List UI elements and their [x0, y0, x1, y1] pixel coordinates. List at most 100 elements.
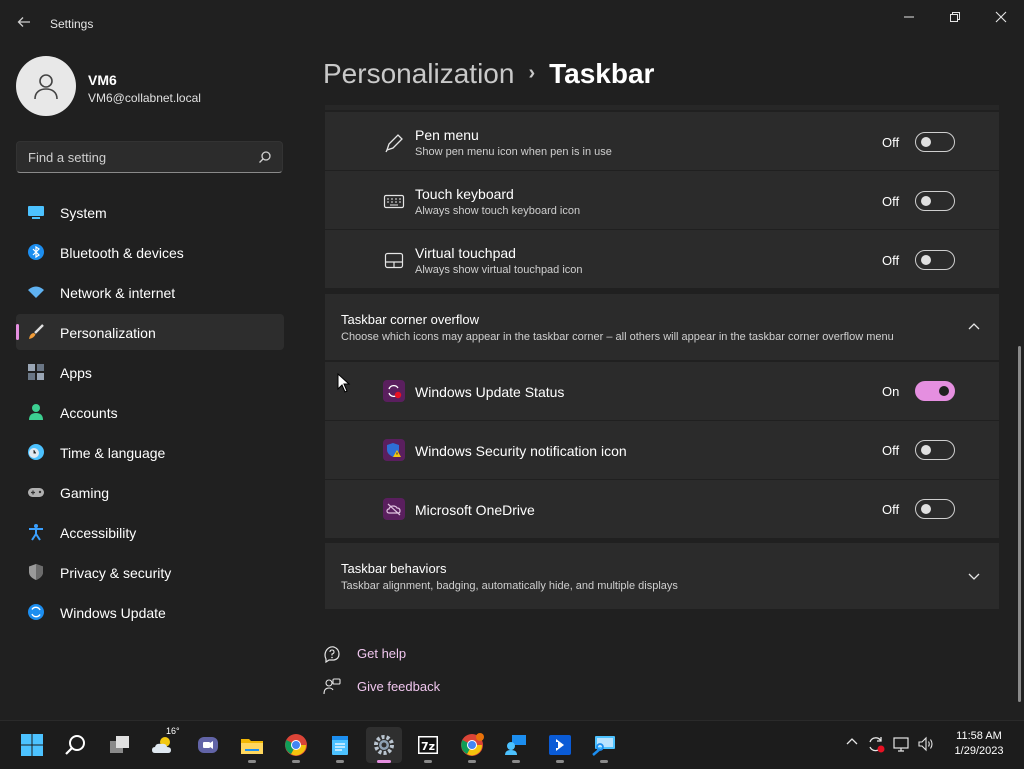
section-subtitle: Choose which icons may appear in the tas… [341, 331, 894, 343]
section-subtitle: Taskbar alignment, badging, automaticall… [341, 580, 678, 592]
back-arrow-icon[interactable] [14, 14, 34, 34]
link-label: Get help [357, 646, 407, 661]
toggle-state-label: Off [882, 253, 900, 268]
chrome-icon[interactable] [278, 727, 314, 763]
chevron-down-icon[interactable] [966, 568, 982, 584]
onedrive-icon [383, 498, 405, 520]
start-icon[interactable] [14, 727, 50, 763]
scrollbar[interactable] [1018, 346, 1021, 702]
windows-update-tray-icon[interactable] [866, 735, 886, 755]
avatar [16, 56, 76, 116]
setting-title: Microsoft OneDrive [415, 502, 535, 518]
pen-menu-toggle[interactable] [915, 132, 955, 152]
sidebar-item-accounts[interactable]: Accounts [16, 394, 284, 430]
title-bar: Settings [0, 0, 1024, 48]
setting-title: Touch keyboard [415, 186, 514, 202]
card-top-edge [325, 105, 999, 110]
remote-desktop-icon[interactable] [498, 727, 534, 763]
clock-time: 11:58 AM [956, 730, 1002, 742]
touchpad-icon [383, 249, 405, 271]
7zip-icon[interactable]: 7z [410, 727, 446, 763]
setting-subtitle: Show pen menu icon when pen is in use [415, 146, 612, 158]
sidebar-item-personalization[interactable]: Personalization [16, 314, 284, 350]
setting-title: Pen menu [415, 127, 479, 143]
sidebar-item-system[interactable]: System [16, 194, 284, 230]
weather-icon[interactable]: 16° [146, 726, 182, 763]
taskbar-behaviors-header[interactable]: Taskbar behaviors Taskbar alignment, bad… [325, 543, 999, 609]
wifi-icon [27, 283, 45, 301]
search-placeholder: Find a setting [28, 150, 107, 165]
section-title: Taskbar behaviors [341, 561, 447, 576]
clock-globe-icon [27, 443, 45, 461]
setting-row-touch-keyboard: Touch keyboard Always show touch keyboar… [325, 171, 999, 229]
windows-update-status-toggle[interactable] [915, 381, 955, 401]
volume-icon[interactable] [916, 735, 936, 755]
apps-icon [27, 363, 45, 381]
breadcrumb-parent[interactable]: Personalization [323, 58, 514, 89]
clock-date: 1/29/2023 [954, 745, 1004, 757]
sidebar-item-accessibility[interactable]: Accessibility [16, 514, 284, 550]
get-help-link[interactable]: Get help [323, 641, 523, 665]
teams-chat-icon[interactable] [190, 727, 226, 763]
app-title: Settings [50, 17, 94, 31]
close-icon[interactable] [978, 4, 1024, 30]
taskbar-corner-overflow-header[interactable]: Taskbar corner overflow Choose which ico… [325, 294, 999, 360]
app-icon[interactable] [542, 727, 578, 763]
sidebar-item-label: Personalization [60, 325, 156, 341]
link-label: Give feedback [357, 679, 441, 694]
pen-icon [383, 132, 405, 154]
onedrive-toggle[interactable] [915, 499, 955, 519]
toggle-state-label: Off [882, 443, 900, 458]
give-feedback-link[interactable]: Give feedback [323, 674, 523, 698]
gamepad-icon [27, 483, 45, 501]
touch-keyboard-toggle[interactable] [915, 191, 955, 211]
breadcrumb-separator: › [528, 62, 536, 84]
page-title: Taskbar [549, 58, 655, 89]
search-input[interactable]: Find a setting [16, 141, 283, 173]
chevron-up-icon[interactable] [842, 735, 862, 755]
chrome-profile-icon[interactable] [454, 727, 490, 763]
sidebar-item-label: Apps [60, 365, 92, 381]
sidebar-item-label: System [60, 205, 107, 221]
network-icon[interactable] [892, 735, 912, 755]
toggle-state-label: Off [882, 135, 900, 150]
sidebar-item-label: Windows Update [60, 605, 166, 621]
sidebar-item-privacy-security[interactable]: Privacy & security [16, 554, 284, 590]
sidebar-item-bluetooth[interactable]: Bluetooth & devices [16, 234, 284, 270]
taskbar: 16° 7z 11:58 AM 1/29/2023 [0, 720, 1024, 769]
setting-title: Virtual touchpad [415, 245, 516, 261]
search-icon[interactable] [58, 727, 94, 763]
system-icon [27, 203, 45, 221]
sidebar-item-label: Accounts [60, 405, 118, 421]
chevron-up-icon[interactable] [966, 319, 982, 335]
feedback-icon [323, 678, 341, 696]
minimize-icon[interactable] [886, 4, 932, 30]
sidebar-item-label: Gaming [60, 485, 110, 501]
setting-title: Windows Security notification icon [415, 443, 627, 459]
sidebar-item-gaming[interactable]: Gaming [16, 474, 284, 510]
sidebar-item-apps[interactable]: Apps [16, 354, 284, 390]
weather-temperature: 16° [166, 726, 180, 736]
setting-subtitle: Always show touch keyboard icon [415, 205, 581, 217]
help-icon [323, 645, 341, 664]
breadcrumb: Personalization › Taskbar [323, 58, 654, 90]
brush-icon [27, 323, 45, 341]
sidebar-item-network[interactable]: Network & internet [16, 274, 284, 310]
task-view-icon[interactable] [102, 727, 138, 763]
accessibility-icon [27, 523, 45, 541]
virtual-touchpad-toggle[interactable] [915, 250, 955, 270]
windows-security-toggle[interactable] [915, 440, 955, 460]
bluetooth-icon [27, 243, 45, 261]
taskbar-clock[interactable]: 11:58 AM 1/29/2023 [944, 729, 1014, 759]
file-explorer-icon[interactable] [234, 727, 270, 763]
windows-update-status-icon [383, 380, 405, 402]
restore-icon[interactable] [932, 4, 978, 30]
sidebar-item-time-language[interactable]: Time & language [16, 434, 284, 470]
sidebar-item-windows-update[interactable]: Windows Update [16, 594, 284, 630]
settings-icon[interactable] [366, 727, 402, 763]
notepad-icon[interactable] [322, 727, 358, 763]
sidebar-item-label: Bluetooth & devices [60, 245, 184, 261]
user-email: VM6@collabnet.local [88, 91, 201, 105]
network-app-icon[interactable] [586, 727, 622, 763]
search-icon[interactable] [258, 150, 272, 169]
